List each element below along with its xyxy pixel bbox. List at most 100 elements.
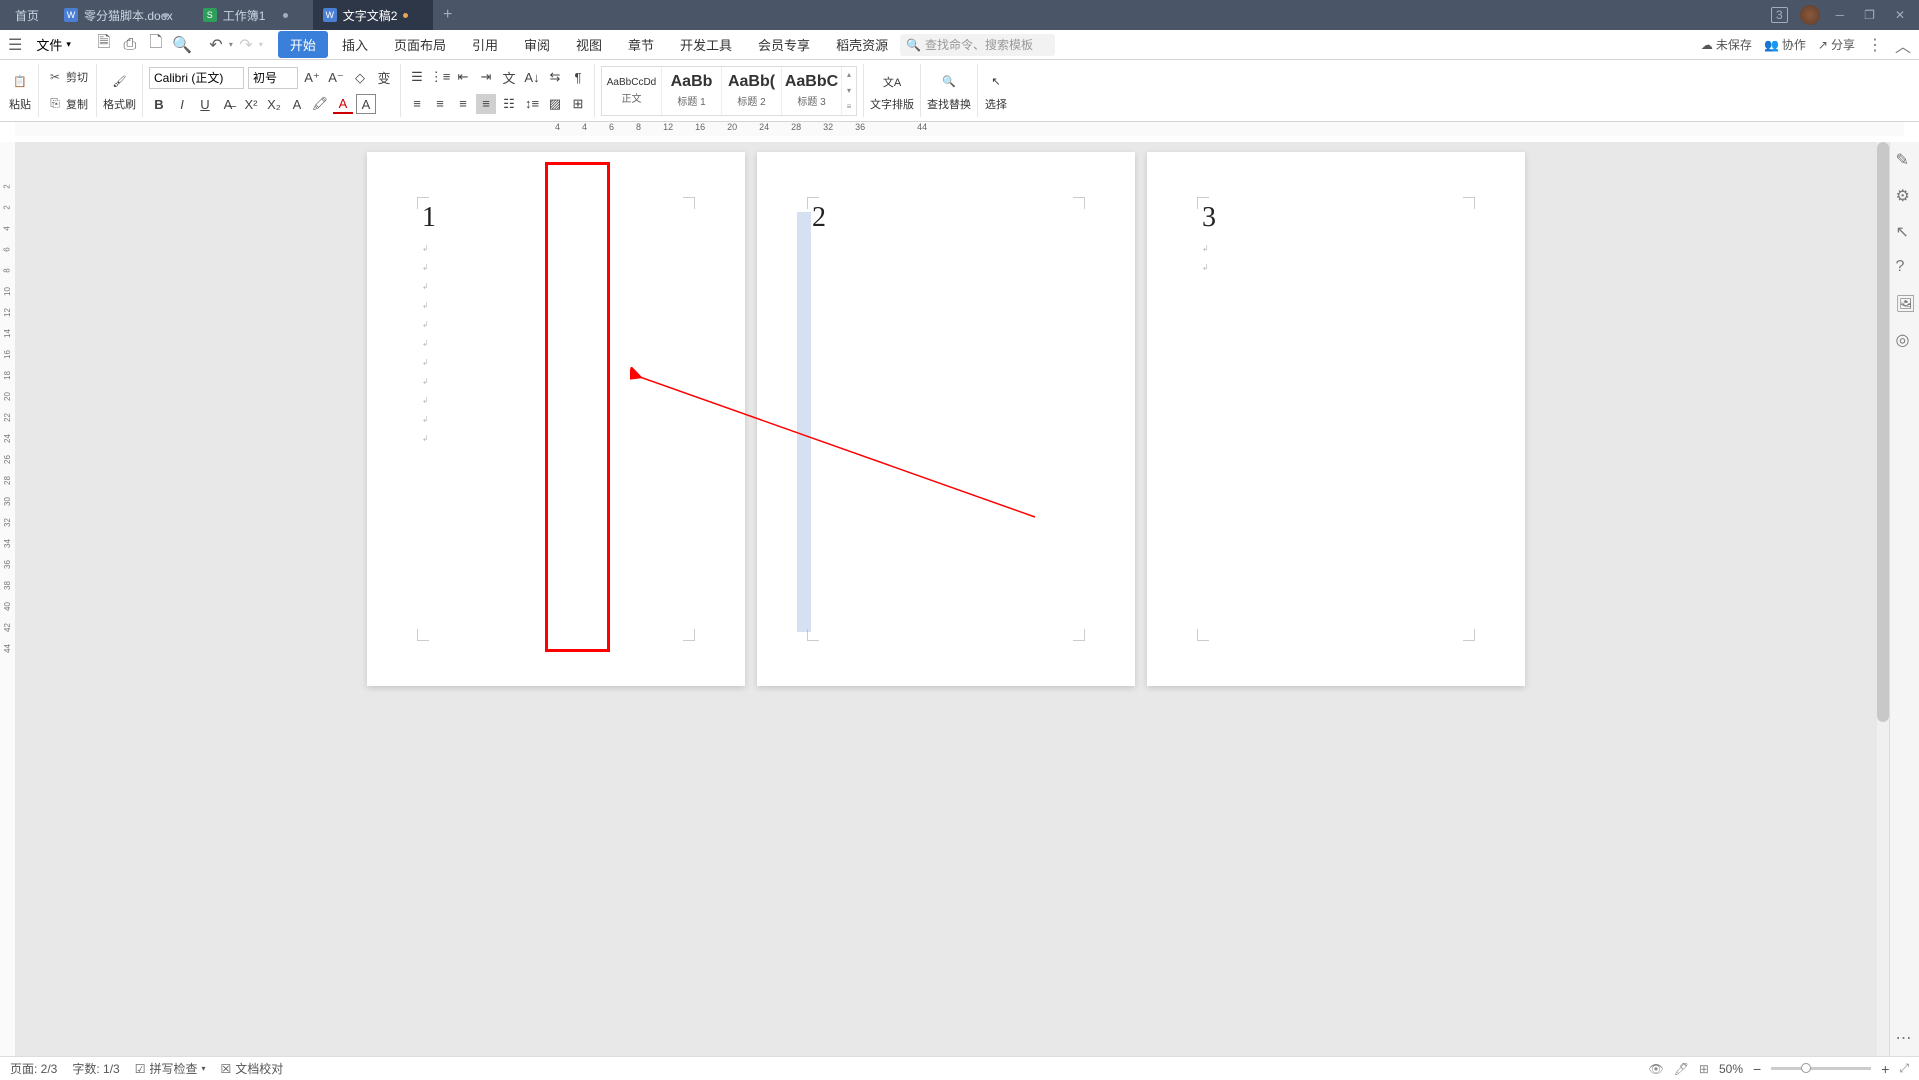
tab-doc3[interactable]: W 文字文稿2 bbox=[313, 0, 433, 30]
style-normal[interactable]: AaBbCcDd 正文 bbox=[602, 67, 662, 115]
close-button[interactable]: ✕ bbox=[1891, 4, 1909, 26]
tab-home[interactable]: 首页 bbox=[0, 0, 54, 30]
more-icon[interactable]: ⋮ bbox=[1867, 35, 1883, 55]
print-icon[interactable]: ⎙ bbox=[121, 36, 139, 54]
minimize-button[interactable]: ─ bbox=[1832, 4, 1849, 26]
pencil-icon[interactable]: ✎ bbox=[1896, 150, 1914, 168]
superscript-button[interactable]: X² bbox=[241, 94, 261, 114]
show-marks-icon[interactable]: ¶ bbox=[568, 67, 588, 87]
highlight-mode-icon[interactable]: 🖊 bbox=[1674, 1062, 1689, 1076]
zoom-value[interactable]: 50% bbox=[1719, 1062, 1743, 1076]
increase-indent-icon[interactable]: ⇥ bbox=[476, 67, 496, 87]
chevron-down-icon[interactable]: ▾ bbox=[259, 40, 263, 49]
fit-width-icon[interactable]: ⤢ bbox=[1899, 1061, 1909, 1076]
find-replace-button[interactable]: 🔍 查找替换 bbox=[927, 70, 971, 112]
align-center-icon[interactable]: ≡ bbox=[430, 94, 450, 114]
shading-icon[interactable]: ▨ bbox=[545, 94, 565, 114]
zoom-slider[interactable] bbox=[1771, 1067, 1871, 1070]
page-3[interactable]: 3 ↲ ↲ bbox=[1147, 152, 1525, 686]
file-menu[interactable]: 文件 ▾ bbox=[28, 33, 79, 56]
print-preview-icon[interactable]: 🗋 bbox=[147, 36, 165, 54]
share-button[interactable]: ↗ 分享 bbox=[1818, 36, 1855, 53]
help-icon[interactable]: ? bbox=[1896, 258, 1914, 276]
number-list-icon[interactable]: ⋮≡ bbox=[430, 67, 450, 87]
unsaved-indicator[interactable]: ☁ 未保存 bbox=[1701, 36, 1752, 53]
menu-tab-resource[interactable]: 稻壳资源 bbox=[824, 31, 900, 58]
increase-font-icon[interactable]: A⁺ bbox=[302, 68, 322, 88]
vertical-scrollbar[interactable] bbox=[1877, 142, 1889, 1056]
more-icon[interactable]: ⋯ bbox=[1896, 1028, 1914, 1046]
expand-icon[interactable]: ≡ bbox=[847, 102, 852, 111]
maximize-button[interactable]: ❐ bbox=[1860, 4, 1879, 26]
select-button[interactable]: ↖ 选择 bbox=[984, 70, 1008, 112]
spell-check-button[interactable]: ☑ 拼写检查 ▾ bbox=[135, 1060, 206, 1077]
page-1[interactable]: 1 ↲ ↲ ↲ ↲ ↲ ↲ ↲ ↲ ↲ ↲ ↲ bbox=[367, 152, 745, 686]
new-tab-button[interactable]: + bbox=[433, 0, 463, 30]
subscript-button[interactable]: X₂ bbox=[264, 94, 284, 114]
font-select[interactable] bbox=[149, 67, 244, 89]
menu-tab-member[interactable]: 会员专享 bbox=[746, 31, 822, 58]
tab-icon[interactable]: ⇆ bbox=[545, 67, 565, 87]
size-select[interactable] bbox=[248, 67, 298, 89]
align-right-icon[interactable]: ≡ bbox=[453, 94, 473, 114]
settings-slider-icon[interactable]: ⚙ bbox=[1896, 186, 1914, 204]
save-icon[interactable]: 🗎 bbox=[95, 36, 113, 54]
sort-icon[interactable]: A↓ bbox=[522, 67, 542, 87]
text-layout-button[interactable]: 文A 文字排版 bbox=[870, 70, 914, 112]
borders-icon[interactable]: ⊞ bbox=[568, 94, 588, 114]
bullet-list-icon[interactable]: ☰ bbox=[407, 67, 427, 87]
page-indicator[interactable]: 页面: 2/3 bbox=[10, 1060, 57, 1077]
tab-doc1[interactable]: W 零分猫脚本.docx bbox=[54, 0, 193, 30]
collab-button[interactable]: 👥 协作 bbox=[1764, 36, 1806, 53]
menu-tab-section[interactable]: 章节 bbox=[616, 31, 666, 58]
menu-tab-start[interactable]: 开始 bbox=[278, 31, 328, 58]
styles-gallery[interactable]: AaBbCcDd 正文 AaBb 标题 1 AaBb( 标题 2 AaBbC 标… bbox=[601, 66, 857, 116]
copy-button[interactable]: ⎘ 复制 bbox=[45, 95, 90, 113]
line-spacing-icon[interactable]: ↕≡ bbox=[522, 94, 542, 114]
align-left-icon[interactable]: ≡ bbox=[407, 94, 427, 114]
collapse-ribbon-icon[interactable]: ︿ bbox=[1895, 33, 1911, 57]
decrease-indent-icon[interactable]: ⇤ bbox=[453, 67, 473, 87]
clear-format-icon[interactable]: ◇ bbox=[350, 68, 370, 88]
view-mode-icon[interactable]: ⊞ bbox=[1699, 1062, 1709, 1076]
cut-button[interactable]: ✂ 剪切 bbox=[45, 68, 90, 86]
zoom-out-button[interactable]: − bbox=[1753, 1061, 1761, 1077]
decrease-font-icon[interactable]: A⁻ bbox=[326, 68, 346, 88]
menu-tab-review[interactable]: 审阅 bbox=[512, 31, 562, 58]
gallery-icon[interactable]: 🖼 bbox=[1896, 294, 1914, 312]
chevron-down-icon[interactable]: ▾ bbox=[229, 40, 233, 49]
style-h1[interactable]: AaBb 标题 1 bbox=[662, 67, 722, 115]
char-border-button[interactable]: A bbox=[356, 94, 376, 114]
bold-button[interactable]: B bbox=[149, 94, 169, 114]
cursor-select-icon[interactable]: ↖ bbox=[1896, 222, 1914, 240]
eye-icon[interactable]: 👁 bbox=[1648, 1062, 1663, 1076]
menu-icon[interactable]: ☰ bbox=[8, 35, 22, 55]
badge-count[interactable]: 3 bbox=[1771, 7, 1788, 23]
menu-tab-insert[interactable]: 插入 bbox=[330, 31, 380, 58]
format-painter-button[interactable]: 🖌 格式刷 bbox=[103, 70, 136, 112]
avatar[interactable] bbox=[1800, 5, 1820, 25]
zoom-thumb[interactable] bbox=[1801, 1063, 1811, 1073]
preview-icon[interactable]: 🔍 bbox=[173, 36, 191, 54]
align-justify-icon[interactable]: ≡ bbox=[476, 94, 496, 114]
font-color-button[interactable]: A bbox=[333, 94, 353, 114]
vertical-ruler[interactable]: 2 2 4 6 8 10 12 14 16 18 20 22 24 26 28 … bbox=[0, 142, 15, 1056]
scrollbar-thumb[interactable] bbox=[1877, 142, 1889, 722]
strikethrough-button[interactable]: A̶ bbox=[218, 94, 238, 114]
scroll-up-icon[interactable]: ▴ bbox=[847, 70, 851, 79]
menu-tab-view[interactable]: 视图 bbox=[564, 31, 614, 58]
highlight-button[interactable]: 🖍 bbox=[310, 94, 330, 114]
tab-doc2[interactable]: S 工作簿1 bbox=[193, 0, 313, 30]
style-h3[interactable]: AaBbC 标题 3 bbox=[782, 67, 842, 115]
undo-icon[interactable]: ↶ bbox=[207, 36, 225, 54]
text-direction-icon[interactable]: 文 bbox=[499, 67, 519, 87]
word-count[interactable]: 字数: 1/3 bbox=[72, 1060, 119, 1077]
horizontal-ruler[interactable]: 4 4 6 8 12 16 20 24 28 32 36 44 bbox=[0, 122, 1919, 142]
page-2[interactable]: 2 bbox=[757, 152, 1135, 686]
distribute-icon[interactable]: ☷ bbox=[499, 94, 519, 114]
scroll-down-icon[interactable]: ▾ bbox=[847, 86, 851, 95]
zoom-in-button[interactable]: + bbox=[1881, 1061, 1889, 1077]
underline-button[interactable]: U bbox=[195, 94, 215, 114]
search-input[interactable]: 🔍 查找命令、搜索模板 bbox=[900, 34, 1055, 56]
target-icon[interactable]: ◎ bbox=[1896, 330, 1914, 348]
